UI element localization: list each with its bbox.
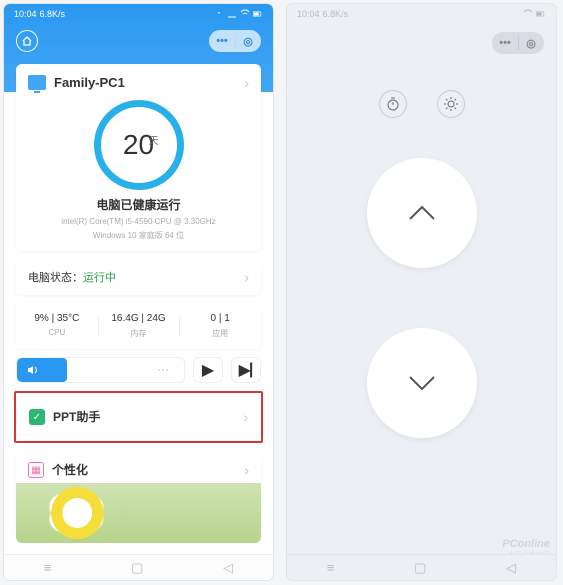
target-icon[interactable]: ◎ [518, 32, 544, 54]
chevron-right-icon: › [243, 409, 248, 425]
image-icon: ▦ [28, 462, 44, 478]
more-icon[interactable]: ••• [492, 32, 518, 54]
status-value: 运行中 [83, 272, 116, 284]
brightness-button[interactable] [437, 90, 465, 118]
status-label: 电脑状态： [28, 272, 83, 284]
phone-left: 10:04 6.8K/s ••• ◎ Family-PC1 › [4, 4, 273, 580]
spec-line-1: intel(R) Core(TM) i5-4590 CPU @ 3.30GHz [28, 216, 249, 227]
spec-line-2: Windows 10 家庭版 64 位 [28, 230, 249, 241]
status-bar: 10:04 6.8K/s [4, 4, 273, 24]
device-card[interactable]: Family-PC1 › 20 天 电脑已健康运行 intel(R) Core(… [16, 64, 261, 251]
stats-card[interactable]: 9% | 35°CCPU 16.4G | 24G内存 0 | 1应用 [16, 303, 261, 349]
health-ring: 20 天 [94, 100, 184, 190]
nav-back-button[interactable]: ◁ [223, 560, 233, 576]
header-menu[interactable]: ••• ◎ [492, 32, 544, 54]
personalization-image [16, 483, 261, 543]
nav-bar: ≡ ▢ ◁ [4, 554, 273, 580]
status-net: 6.8K/s [323, 9, 349, 19]
volume-slider[interactable] [16, 357, 185, 383]
target-icon[interactable]: ◎ [235, 30, 261, 52]
status-card[interactable]: 电脑状态：运行中 › [16, 259, 261, 295]
watermark: PConline [502, 538, 550, 550]
ppt-icon: ✓ [29, 409, 45, 425]
chevron-right-icon: › [244, 462, 249, 478]
device-name: Family-PC1 [54, 75, 125, 90]
next-button[interactable]: ▶| [231, 357, 261, 383]
personalization-item[interactable]: ▦个性化 › [16, 451, 261, 533]
chevron-right-icon: › [244, 75, 249, 91]
status-time: 10:04 [297, 9, 320, 19]
stat-cpu: 9% | 35°CCPU [16, 307, 98, 345]
timer-button[interactable] [379, 90, 407, 118]
nav-home-button[interactable]: ▢ [414, 560, 426, 576]
status-icons [214, 9, 263, 19]
highlight-box: ✓PPT助手 › [14, 391, 263, 443]
nav-bar: ≡ ▢ ◁ [287, 554, 556, 580]
status-bar: 10:04 6.8K/s [287, 4, 556, 24]
more-icon[interactable]: ••• [209, 30, 235, 52]
chevron-right-icon: › [244, 269, 249, 285]
health-unit: 天 [149, 132, 159, 147]
nav-back-button[interactable]: ◁ [506, 560, 516, 576]
volume-icon [25, 363, 39, 377]
stat-memory: 16.4G | 24G内存 [98, 307, 180, 345]
nav-menu-button[interactable]: ≡ [44, 560, 52, 575]
main-content: Family-PC1 › 20 天 电脑已健康运行 intel(R) Core(… [4, 64, 273, 533]
title-bar: ••• ◎ [287, 24, 556, 62]
nav-menu-button[interactable]: ≡ [327, 560, 335, 575]
title-bar: ••• ◎ [4, 24, 273, 58]
ppt-assistant-item[interactable]: ✓PPT助手 › [17, 394, 260, 440]
status-time: 10:04 [14, 9, 37, 19]
monitor-icon [28, 75, 46, 90]
header-menu[interactable]: ••• ◎ [209, 30, 261, 52]
status-icons [523, 9, 546, 19]
nav-home-button[interactable]: ▢ [131, 560, 143, 576]
home-button[interactable] [16, 30, 38, 52]
phone-right: 10:04 6.8K/s ••• ◎ PConline 太平洋电脑网 ≡ ▢ ◁ [287, 4, 556, 580]
up-button[interactable] [367, 158, 477, 268]
stat-apps: 0 | 1应用 [179, 307, 261, 345]
volume-row: ▶ ▶| [16, 357, 261, 383]
health-text: 电脑已健康运行 [28, 196, 249, 213]
down-button[interactable] [367, 328, 477, 438]
status-net: 6.8K/s [40, 9, 66, 19]
play-button[interactable]: ▶ [193, 357, 223, 383]
mode-row [287, 90, 556, 118]
